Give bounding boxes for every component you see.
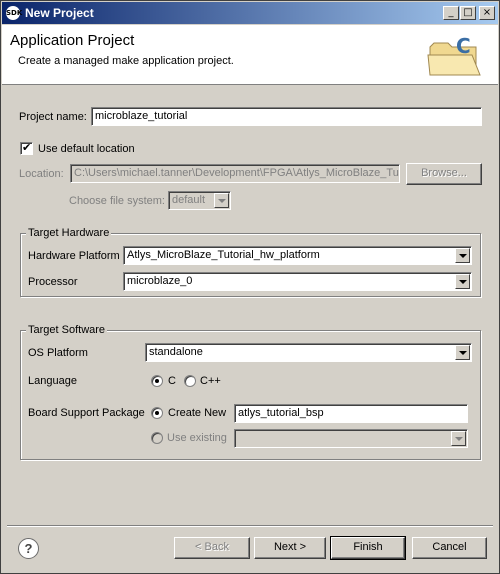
use-default-location-label: Use default location — [38, 143, 135, 155]
language-c-label: C — [168, 375, 176, 387]
processor-label: Processor — [28, 276, 78, 288]
location-label: Location: — [19, 168, 64, 180]
window-title: New Project — [25, 6, 94, 20]
cancel-button[interactable]: Cancel — [412, 537, 487, 559]
use-default-location-checkbox[interactable] — [20, 141, 33, 155]
chevron-down-icon[interactable] — [451, 431, 466, 446]
processor-select[interactable]: microblaze_0 — [123, 272, 472, 291]
use-existing-select[interactable] — [234, 429, 468, 448]
close-button[interactable]: × — [479, 6, 495, 20]
hardware-platform-value: Atlys_MicroBlaze_Tutorial_hw_platform — [127, 249, 320, 261]
file-system-select[interactable]: default — [168, 191, 231, 210]
page-title: Application Project — [10, 32, 135, 49]
file-system-label: Choose file system: — [69, 195, 165, 207]
project-name-label: Project name: — [19, 111, 87, 123]
language-cpp-label: C++ — [200, 375, 221, 387]
chevron-down-icon[interactable] — [455, 345, 470, 360]
os-platform-value: standalone — [149, 346, 203, 358]
language-label: Language — [28, 375, 77, 387]
os-platform-select[interactable]: standalone — [145, 343, 472, 362]
title-bar[interactable]: SDK New Project _ □ × — [2, 2, 498, 24]
use-existing-label: Use existing — [167, 432, 227, 444]
chevron-down-icon[interactable] — [455, 274, 470, 289]
processor-value: microblaze_0 — [127, 275, 193, 287]
file-system-value: default — [172, 194, 206, 206]
hardware-platform-select[interactable]: Atlys_MicroBlaze_Tutorial_hw_platform — [123, 246, 472, 265]
bsp-name-input[interactable]: atlys_tutorial_bsp — [234, 404, 468, 423]
hardware-platform-label: Hardware Platform — [28, 250, 120, 262]
location-input[interactable]: C:\Users\michael.tanner\Development\FPGA… — [70, 164, 400, 183]
wizard-banner: Application Project Create a managed mak… — [2, 25, 498, 85]
new-project-dialog: SDK New Project _ □ × Application Projec… — [0, 0, 500, 574]
create-new-label: Create New — [168, 407, 227, 419]
create-new-radio[interactable] — [151, 407, 163, 419]
banner-c-letter: C — [456, 34, 471, 58]
bsp-label: Board Support Package — [28, 407, 145, 419]
language-cpp-radio[interactable] — [184, 375, 196, 387]
footer-separator — [7, 525, 493, 527]
target-software-title: Target Software — [26, 324, 108, 336]
back-button[interactable]: < Back — [174, 537, 250, 559]
help-icon[interactable]: ? — [18, 538, 39, 559]
maximize-button[interactable]: □ — [460, 6, 476, 20]
os-platform-label: OS Platform — [28, 347, 88, 359]
use-existing-radio[interactable] — [151, 432, 163, 444]
chevron-down-icon[interactable] — [455, 248, 470, 263]
finish-button[interactable]: Finish — [330, 536, 406, 560]
project-name-input[interactable]: microblaze_tutorial — [91, 107, 482, 126]
chevron-down-icon[interactable] — [214, 193, 229, 208]
language-c-radio[interactable] — [151, 375, 163, 387]
folder-c-icon: C — [427, 34, 481, 76]
minimize-button[interactable]: _ — [443, 6, 459, 20]
target-hardware-title: Target Hardware — [26, 227, 112, 239]
browse-button[interactable]: Browse... — [406, 163, 482, 185]
next-button[interactable]: Next > — [254, 537, 326, 559]
sdk-app-icon: SDK — [6, 6, 22, 20]
page-description: Create a managed make application projec… — [18, 55, 234, 67]
